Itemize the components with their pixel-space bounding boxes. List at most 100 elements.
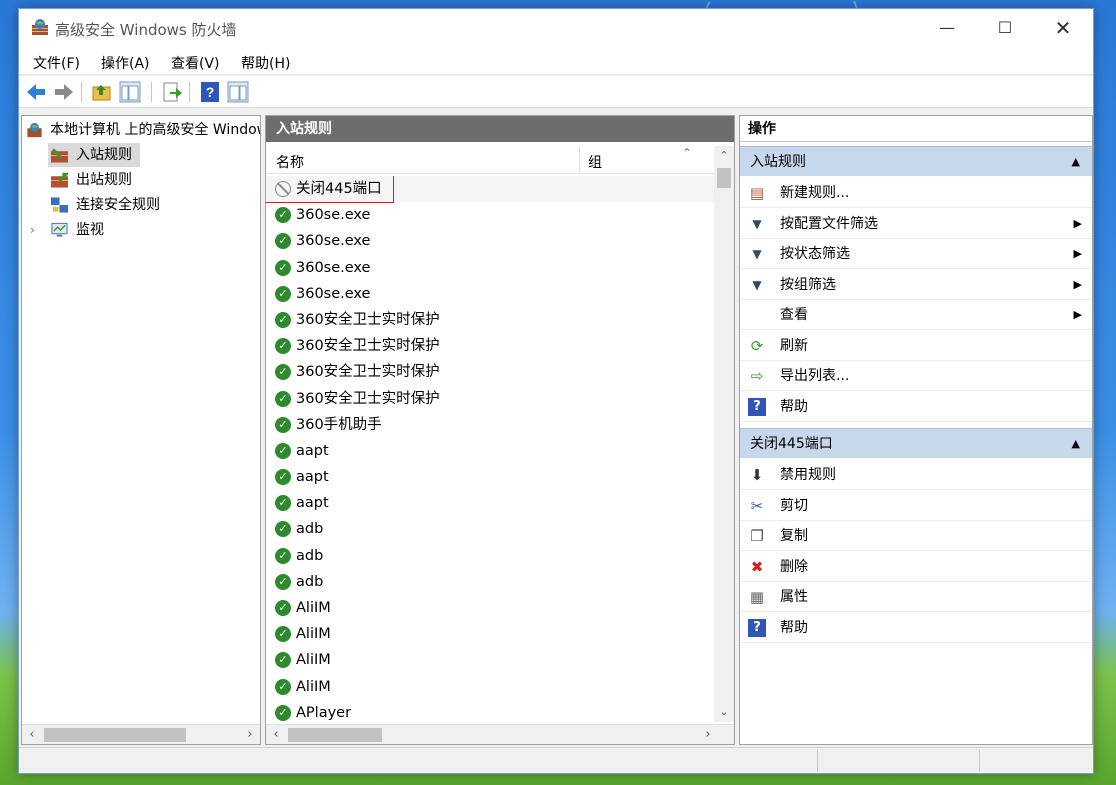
rules-list-pane: 入站规则 名称 组 ⌃ 关闭445端口 ✓ 360se.exe ✓ 360se.exe ✓… <box>265 115 735 745</box>
table-row[interactable]: ✓ 360安全卫士实时保护 <box>266 359 714 385</box>
tree-root[interactable]: 本地计算机 上的高级安全 Windows <box>26 118 261 142</box>
action-item[interactable]: ? 帮助 <box>740 392 1092 422</box>
scroll-thumb[interactable] <box>717 168 731 188</box>
maximize-button[interactable]: ☐ <box>977 9 1033 47</box>
action-item[interactable]: ✂ 剪切 <box>740 491 1092 521</box>
scroll-left-icon[interactable]: ‹ <box>22 725 42 744</box>
scroll-right-icon[interactable]: › <box>698 725 718 744</box>
allowed-check-icon: ✓ <box>275 207 291 224</box>
collapse-icon[interactable]: ▲ <box>1072 429 1080 459</box>
table-row[interactable]: ✓ 360se.exe <box>266 228 714 254</box>
table-row[interactable]: ✓ 360安全卫士实时保护 <box>266 386 714 412</box>
scroll-left-icon[interactable]: ‹ <box>266 725 286 744</box>
table-row[interactable]: ✓ adb <box>266 516 714 542</box>
title-bar[interactable]: 高级安全 Windows 防火墙 — ☐ ✕ <box>19 9 1093 47</box>
allowed-check-icon: ✓ <box>275 469 291 486</box>
table-row[interactable]: ✓ 360se.exe <box>266 255 714 281</box>
section-title: 入站规则 <box>750 154 806 170</box>
tree-item-inbound[interactable]: 入站规则 <box>48 143 140 167</box>
action-label: 按配置文件筛选 <box>780 215 878 232</box>
menu-help[interactable]: 帮助(H) <box>241 53 290 73</box>
menu-file[interactable]: 文件(F) <box>33 53 80 73</box>
minimize-button[interactable]: — <box>919 9 975 47</box>
close-button[interactable]: ✕ <box>1035 9 1091 47</box>
action-item[interactable]: ▼ 按组筛选 ▶ <box>740 270 1092 300</box>
action-item[interactable]: ▤ 新建规则... <box>740 178 1092 208</box>
help-icon[interactable]: ? <box>199 81 221 103</box>
filter-icon: ▼ <box>752 277 762 292</box>
table-row[interactable]: ✓ adb <box>266 569 714 595</box>
show-hide-tree-icon[interactable] <box>119 81 141 103</box>
back-arrow-icon[interactable] <box>25 81 47 103</box>
scroll-thumb[interactable] <box>288 728 382 742</box>
tree-horizontal-scrollbar[interactable]: ‹ › <box>22 724 260 744</box>
tree-item-connection-security[interactable]: 连接安全规则 <box>48 193 160 217</box>
tree-item-outbound[interactable]: 出站规则 <box>48 168 132 192</box>
help-icon: ? <box>748 397 766 416</box>
forward-arrow-icon[interactable] <box>53 81 75 103</box>
table-row[interactable]: 关闭445端口 <box>266 176 714 203</box>
cut-icon: ✂ <box>750 496 764 515</box>
table-row[interactable]: ✓ 360se.exe <box>266 281 714 307</box>
scroll-thumb[interactable] <box>44 728 186 742</box>
action-label: 按组筛选 <box>780 276 836 293</box>
action-item[interactable]: ⟳ 刷新 <box>740 331 1092 361</box>
up-folder-icon[interactable] <box>91 81 113 103</box>
menu-view[interactable]: 查看(V) <box>171 53 220 73</box>
table-row[interactable]: ✓ AliIM <box>266 621 714 647</box>
action-item[interactable]: ⇨ 导出列表... <box>740 361 1092 391</box>
action-item[interactable]: ▼ 按状态筛选 ▶ <box>740 239 1092 269</box>
scroll-right-icon[interactable]: › <box>240 725 260 744</box>
submenu-arrow-icon: ▶ <box>1073 308 1082 321</box>
allowed-check-icon: ✓ <box>275 338 291 355</box>
table-row[interactable]: ✓ aapt <box>266 464 714 490</box>
table-row[interactable]: ✓ AliIM <box>266 595 714 621</box>
table-row[interactable]: ✓ 360手机助手 <box>266 412 714 438</box>
actions-pane: 操作 入站规则 ▲ ▤ 新建规则... ▼ 按配置文件筛选 ▶ ▼ 按状态筛选 ▶ ▼ 按组筛选 ▶… <box>739 115 1093 745</box>
table-row[interactable]: ✓ aapt <box>266 438 714 464</box>
scroll-up-icon[interactable]: ⌃ <box>714 146 734 166</box>
action-item[interactable]: ✖ 删除 <box>740 552 1092 582</box>
list-vertical-scrollbar[interactable]: ⌃ ⌄ <box>714 146 734 722</box>
chevron-right-icon[interactable]: › <box>30 218 35 242</box>
table-row[interactable]: ✓ AliIM <box>266 674 714 700</box>
rule-name: 360安全卫士实时保护 <box>296 364 440 381</box>
toolbar: ? <box>19 76 1093 108</box>
table-row[interactable]: ✓ adb <box>266 543 714 569</box>
action-label: 复制 <box>780 528 808 544</box>
action-item[interactable]: ⬇ 禁用规则 <box>740 460 1092 490</box>
submenu-arrow-icon: ▶ <box>1073 277 1082 291</box>
section-header-inbound[interactable]: 入站规则 ▲ <box>740 146 1092 176</box>
rule-name: AliIM <box>296 600 331 616</box>
action-item[interactable]: ? 帮助 <box>740 613 1092 643</box>
allowed-check-icon: ✓ <box>275 626 291 643</box>
collapse-icon[interactable]: ▲ <box>1072 147 1080 177</box>
table-row[interactable]: ✓ AliIM <box>266 647 714 673</box>
column-header-name[interactable]: 名称 <box>276 152 304 172</box>
rule-name: aapt <box>296 442 329 459</box>
svg-text:?: ? <box>206 84 215 100</box>
action-item[interactable]: 查看 ▶ <box>740 300 1092 330</box>
show-hide-action-pane-icon[interactable] <box>227 81 249 103</box>
column-header-group[interactable]: 组 <box>588 152 602 172</box>
new-rule-icon: ▤ <box>749 184 765 202</box>
export-list-icon[interactable] <box>161 81 183 103</box>
action-item[interactable]: ▦ 属性 <box>740 582 1092 612</box>
scroll-down-icon[interactable]: ⌄ <box>714 702 734 722</box>
allowed-check-icon: ✓ <box>275 285 291 302</box>
list-horizontal-scrollbar[interactable]: ‹ › <box>266 724 734 744</box>
rule-name: AliIM <box>296 678 331 695</box>
action-item[interactable]: ▼ 按配置文件筛选 ▶ <box>740 209 1092 239</box>
section-header-selected-rule[interactable]: 关闭445端口 ▲ <box>740 428 1092 458</box>
allowed-check-icon: ✓ <box>275 521 291 538</box>
copy-icon: ❐ <box>750 527 764 545</box>
table-row[interactable]: ✓ 360安全卫士实时保护 <box>266 307 714 333</box>
table-row[interactable]: ✓ APlayer <box>266 700 714 724</box>
table-row[interactable]: ✓ 360se.exe <box>266 202 714 228</box>
menu-action[interactable]: 操作(A) <box>101 53 150 73</box>
table-row[interactable]: ✓ 360安全卫士实时保护 <box>266 333 714 359</box>
tree-root-label: 本地计算机 上的高级安全 Windows <box>50 122 261 138</box>
action-item[interactable]: ❐ 复制 <box>740 521 1092 551</box>
tree-item-monitor[interactable]: › 监视 <box>30 218 104 242</box>
table-row[interactable]: ✓ aapt <box>266 490 714 516</box>
